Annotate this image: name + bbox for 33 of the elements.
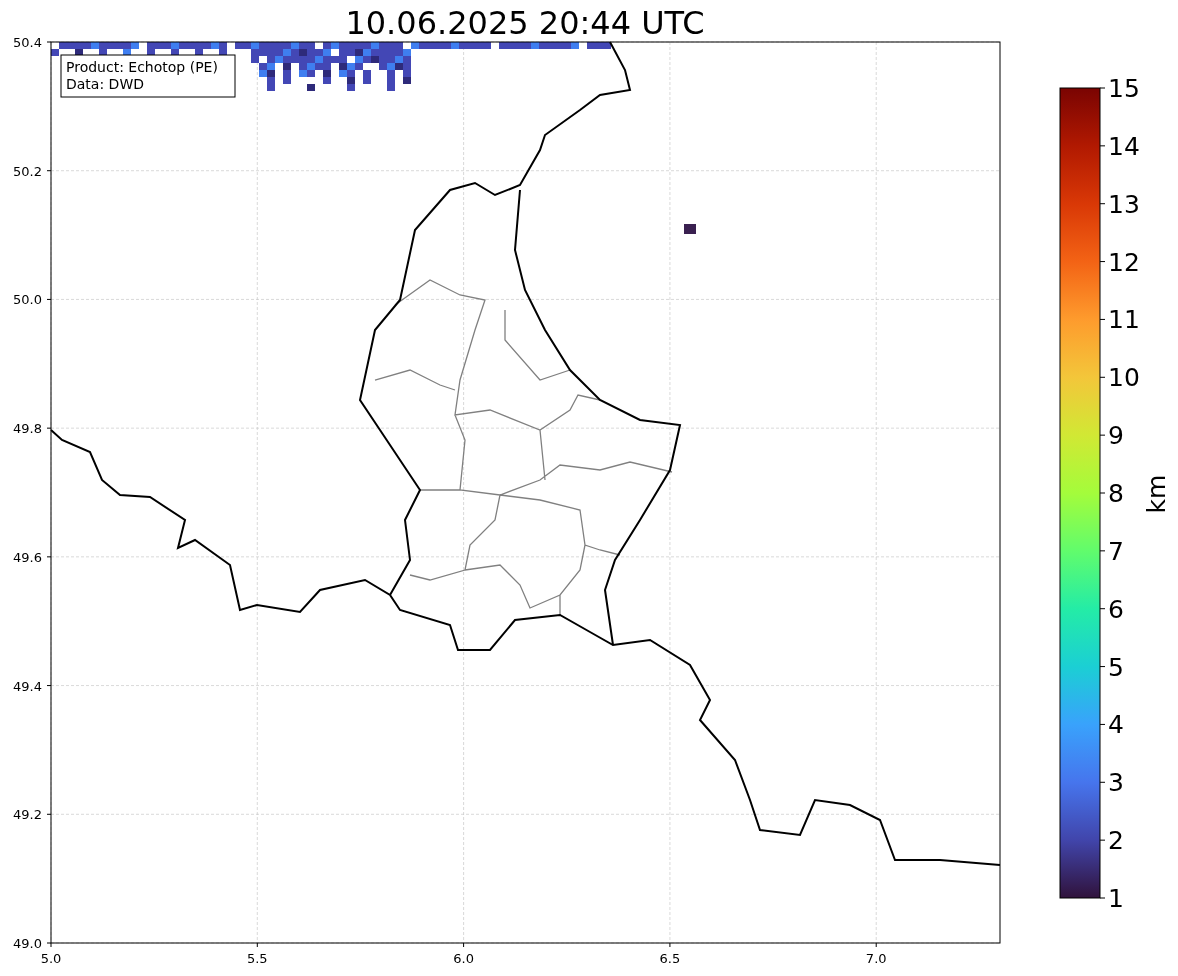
- x-tick-label: 6.0: [453, 951, 474, 966]
- colorbar-tick-label: 12: [1108, 247, 1140, 277]
- colorbar-tick-label: 8: [1108, 479, 1124, 508]
- x-tick-label: 6.5: [659, 951, 681, 966]
- colorbar-label: km: [1142, 474, 1171, 514]
- y-tick-label: 49.0: [13, 936, 42, 951]
- colorbar-tick-label: 15: [1108, 74, 1140, 103]
- x-tick-label: 7.0: [865, 951, 887, 966]
- y-tick-label: 49.8: [13, 421, 42, 437]
- legend-text: Data: DWD: [66, 76, 144, 92]
- y-tick-label: 49.4: [13, 678, 42, 694]
- colorbar-tick-label: 3: [1108, 768, 1124, 798]
- colorbar-tick-label: 14: [1108, 131, 1140, 161]
- y-tick-label: 50.2: [13, 163, 42, 179]
- colorbar-tick-label: 13: [1108, 189, 1140, 219]
- colorbar-tick-label: 6: [1108, 594, 1124, 624]
- y-tick-label: 49.2: [13, 807, 42, 823]
- x-tick-label: 5.5: [246, 951, 268, 966]
- y-tick-label: 49.6: [13, 549, 42, 565]
- colorbar-tick-label: 4: [1108, 710, 1124, 740]
- radar-echo-drawing: [684, 224, 696, 234]
- colorbar-tick-label: 7: [1108, 536, 1124, 566]
- colorbar-tick-label: 11: [1108, 305, 1140, 335]
- colorbar-tick-label: 1: [1108, 884, 1124, 913]
- colorbar-tick-label: 10: [1108, 363, 1140, 393]
- y-tick-label: 50.4: [13, 35, 42, 50]
- y-tick-label: 50.0: [13, 292, 42, 308]
- colorbar-tick-label: 2: [1108, 826, 1124, 856]
- colorbar-tick-label: 5: [1108, 652, 1124, 682]
- plot-title: 10.06.2025 20:44 UTC: [345, 4, 705, 42]
- legend-text: Product: Echotop (PE): [66, 59, 218, 75]
- x-tick-label: 5.0: [40, 951, 62, 966]
- colorbar-tick-label: 9: [1108, 421, 1124, 451]
